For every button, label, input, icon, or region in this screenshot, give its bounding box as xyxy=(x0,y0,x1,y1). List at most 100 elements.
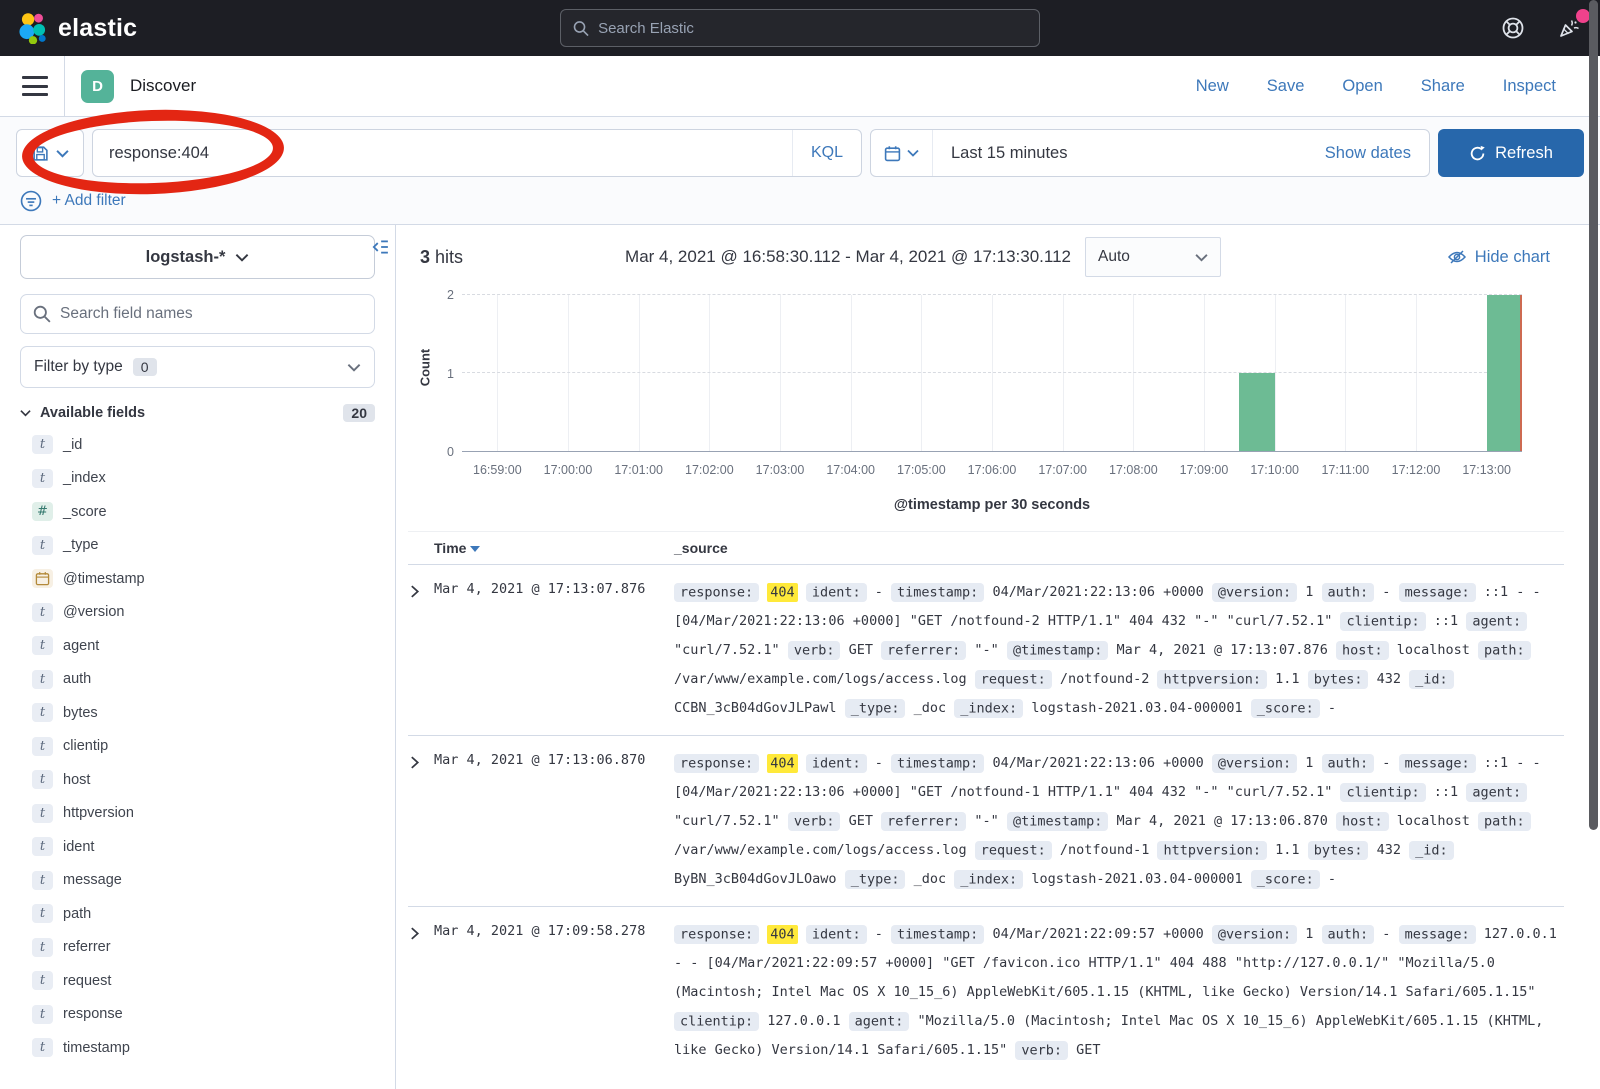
chart-time-range: Mar 4, 2021 @ 16:58:30.112 - Mar 4, 2021… xyxy=(625,247,1071,267)
add-filter-button[interactable]: + Add filter xyxy=(52,192,126,210)
field-label: timestamp xyxy=(63,1040,130,1056)
doc-rows: Mar 4, 2021 @ 17:13:07.876response: 404 … xyxy=(408,565,1564,1077)
field-list: t_idt_index#_scoret_type@timestampt@vers… xyxy=(20,428,375,1065)
field-label: agent xyxy=(63,638,99,654)
field-badge: response: xyxy=(674,583,759,602)
field-item-message[interactable]: tmessage xyxy=(20,864,375,898)
time-range-value[interactable]: Last 15 minutes xyxy=(933,144,1325,163)
field-badge: response: xyxy=(674,754,759,773)
nav-actions: New Save Open Share Inspect xyxy=(1196,77,1584,96)
expand-row-button[interactable] xyxy=(408,924,426,942)
field-item-httpversion[interactable]: thttpversion xyxy=(20,797,375,831)
field-badge: referrer: xyxy=(881,641,966,660)
field-badge: verb: xyxy=(788,812,841,831)
x-tick-label: 17:07:00 xyxy=(1038,463,1087,477)
source-text: Mar 4, 2021 @ 17:13:06.870 xyxy=(1117,813,1328,829)
nav-action-share[interactable]: Share xyxy=(1421,77,1465,96)
x-tick-label: 16:59:00 xyxy=(473,463,522,477)
nav-action-new[interactable]: New xyxy=(1196,77,1229,96)
gridline xyxy=(992,295,993,451)
chevron-down-icon xyxy=(347,363,361,372)
global-search-input[interactable] xyxy=(598,20,1027,37)
expand-row-button[interactable] xyxy=(408,582,426,600)
field-label: path xyxy=(63,906,91,922)
field-badge: bytes: xyxy=(1308,841,1369,860)
histogram-bar[interactable] xyxy=(1487,295,1522,451)
field-item-response[interactable]: tresponse xyxy=(20,998,375,1032)
field-item-_id[interactable]: t_id xyxy=(20,428,375,462)
field-item-host[interactable]: thost xyxy=(20,763,375,797)
nav-action-save[interactable]: Save xyxy=(1267,77,1305,96)
field-badge: host: xyxy=(1336,812,1389,831)
source-text: 1 xyxy=(1305,584,1313,600)
field-item-agent[interactable]: tagent xyxy=(20,629,375,663)
help-icon[interactable] xyxy=(1500,15,1526,41)
hide-chart-button[interactable]: Hide chart xyxy=(1447,248,1576,267)
gridline xyxy=(1345,295,1346,451)
elastic-logo[interactable]: elastic xyxy=(18,12,137,44)
field-item-path[interactable]: tpath xyxy=(20,897,375,931)
gridline xyxy=(780,295,781,451)
field-item-request[interactable]: trequest xyxy=(20,964,375,998)
source-text: /notfound-1 xyxy=(1060,842,1149,858)
field-search-input[interactable] xyxy=(60,305,362,323)
menu-icon[interactable] xyxy=(22,76,48,96)
field-item-timestamp[interactable]: ttimestamp xyxy=(20,1031,375,1065)
news-feed-icon[interactable] xyxy=(1556,15,1582,41)
field-label: bytes xyxy=(63,705,98,721)
nav-bar: D Discover NewSaveOpenShareInspect xyxy=(0,56,1600,117)
date-quick-select-button[interactable] xyxy=(871,130,933,176)
index-pattern-select[interactable]: logstash-* xyxy=(20,235,375,279)
nav-action-open[interactable]: Open xyxy=(1342,77,1382,96)
field-item-ident[interactable]: tident xyxy=(20,830,375,864)
x-axis-caption: @timestamp per 30 seconds xyxy=(462,497,1522,513)
x-tick-label: 17:11:00 xyxy=(1321,463,1369,477)
chevron-down-icon xyxy=(1195,253,1208,262)
filter-by-type-select[interactable]: Filter by type 0 xyxy=(20,346,375,388)
field-item-bytes[interactable]: tbytes xyxy=(20,696,375,730)
source-text: 1 xyxy=(1305,926,1313,942)
field-item-_score[interactable]: #_score xyxy=(20,495,375,529)
query-input[interactable] xyxy=(93,144,792,163)
histogram-bar[interactable] xyxy=(1239,373,1274,451)
field-badge: request: xyxy=(975,841,1052,860)
calendar-icon xyxy=(884,145,901,162)
field-item-_type[interactable]: t_type xyxy=(20,529,375,563)
global-header: elastic xyxy=(0,0,1600,56)
source-text: 04/Mar/2021:22:09:57 +0000 xyxy=(992,926,1203,942)
field-item-referrer[interactable]: treferrer xyxy=(20,931,375,965)
field-item-@timestamp[interactable]: @timestamp xyxy=(20,562,375,596)
field-item-clientip[interactable]: tclientip xyxy=(20,730,375,764)
query-language-button[interactable]: KQL xyxy=(792,130,861,176)
field-type-icon xyxy=(32,569,53,588)
gridline xyxy=(709,295,710,451)
field-item-@version[interactable]: t@version xyxy=(20,596,375,630)
time-column-header[interactable]: Time xyxy=(434,540,674,556)
highlighted-term: 404 xyxy=(767,583,797,602)
show-dates-link[interactable]: Show dates xyxy=(1325,144,1429,163)
field-badge: clientip: xyxy=(674,1012,759,1031)
field-type-icon: t xyxy=(32,536,53,555)
source-text: "-" xyxy=(974,642,998,658)
scrollbar[interactable] xyxy=(1589,0,1598,830)
filter-icon[interactable] xyxy=(20,190,42,212)
field-item-auth[interactable]: tauth xyxy=(20,663,375,697)
interval-select[interactable]: Auto xyxy=(1085,237,1221,277)
field-badge: clientip: xyxy=(1340,612,1425,631)
nav-action-inspect[interactable]: Inspect xyxy=(1503,77,1556,96)
global-search-box[interactable] xyxy=(560,9,1040,47)
source-text: logstash-2021.03.04-000001 xyxy=(1031,871,1242,887)
saved-query-menu-button[interactable] xyxy=(16,129,84,177)
x-tick-label: 17:05:00 xyxy=(897,463,946,477)
source-text: - xyxy=(1328,871,1336,887)
field-search-box[interactable] xyxy=(20,294,375,334)
doc-time: Mar 4, 2021 @ 17:13:06.870 xyxy=(434,749,674,894)
source-text: CCBN_3cB04dGovJLPawl xyxy=(674,700,837,716)
field-badge: auth: xyxy=(1322,925,1375,944)
field-item-_index[interactable]: t_index xyxy=(20,462,375,496)
refresh-button[interactable]: Refresh xyxy=(1438,129,1584,177)
collapse-sidebar-icon[interactable] xyxy=(371,239,389,255)
expand-row-button[interactable] xyxy=(408,753,426,771)
available-fields-toggle[interactable]: Available fields 20 xyxy=(20,404,375,422)
field-badge: message: xyxy=(1399,754,1476,773)
